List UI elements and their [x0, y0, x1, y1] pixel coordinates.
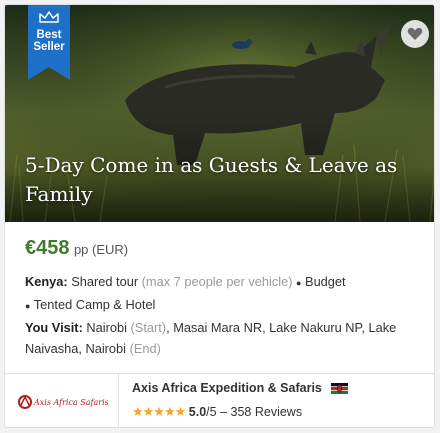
visit-end-tag: (End) — [129, 341, 161, 356]
badge-line-1: Best — [36, 29, 62, 41]
tour-details: Kenya: Shared tour (max 7 people per veh… — [25, 271, 429, 317]
operator-rating[interactable]: ★★★★★ 5.0/5 – 358 Reviews — [132, 404, 302, 420]
badge-line-2: Seller — [33, 41, 65, 53]
bullet-separator-2: ● — [25, 301, 31, 311]
rating-score: 5.0 — [188, 405, 207, 419]
rating-separator: – — [220, 405, 228, 419]
heart-icon — [407, 27, 423, 40]
hero-image[interactable]: Best Seller 5-Day Come in as Guests & Le… — [5, 5, 434, 222]
visit-start: Nairobi — [86, 320, 127, 335]
rating-stars: ★★★★★ — [132, 404, 186, 419]
bullet-separator: ● — [296, 278, 302, 288]
badge-text: Best Seller — [28, 29, 70, 53]
country-label: Kenya: — [25, 274, 68, 289]
logo-text: Axis Africa Safaris — [33, 398, 108, 407]
rating-out-of: /5 — [206, 405, 217, 419]
kenya-flag-icon — [331, 383, 349, 395]
capacity-note: (max 7 people per vehicle) — [141, 274, 293, 289]
operator-name[interactable]: Axis Africa Expedition & Safaris — [132, 381, 349, 395]
favorite-button[interactable] — [401, 20, 429, 48]
tour-card[interactable]: Best Seller 5-Day Come in as Guests & Le… — [4, 4, 435, 428]
price-row: €458 pp (EUR) — [25, 237, 128, 260]
operator-logo[interactable]: Axis Africa Safaris — [5, 374, 119, 427]
itinerary: You Visit: Nairobi (Start), Masai Mara N… — [25, 317, 429, 359]
tour-title[interactable]: 5-Day Come in as Guests & Leave as Famil… — [25, 151, 425, 209]
accommodation-label: Tented Camp & Hotel — [33, 297, 156, 312]
budget-label: Budget — [305, 274, 346, 289]
axis-africa-logo: Axis Africa Safaris — [17, 394, 108, 409]
price-value: €458 — [25, 237, 70, 259]
best-seller-badge: Best Seller — [28, 5, 70, 80]
visit-start-tag: (Start) — [130, 320, 167, 335]
tour-type: Shared tour — [71, 274, 139, 289]
price-unit: pp (EUR) — [73, 242, 129, 257]
review-count[interactable]: 358 Reviews — [231, 405, 303, 419]
operator-name-text[interactable]: Axis Africa Expedition & Safaris — [132, 381, 322, 395]
visit-label: You Visit: — [25, 320, 83, 335]
